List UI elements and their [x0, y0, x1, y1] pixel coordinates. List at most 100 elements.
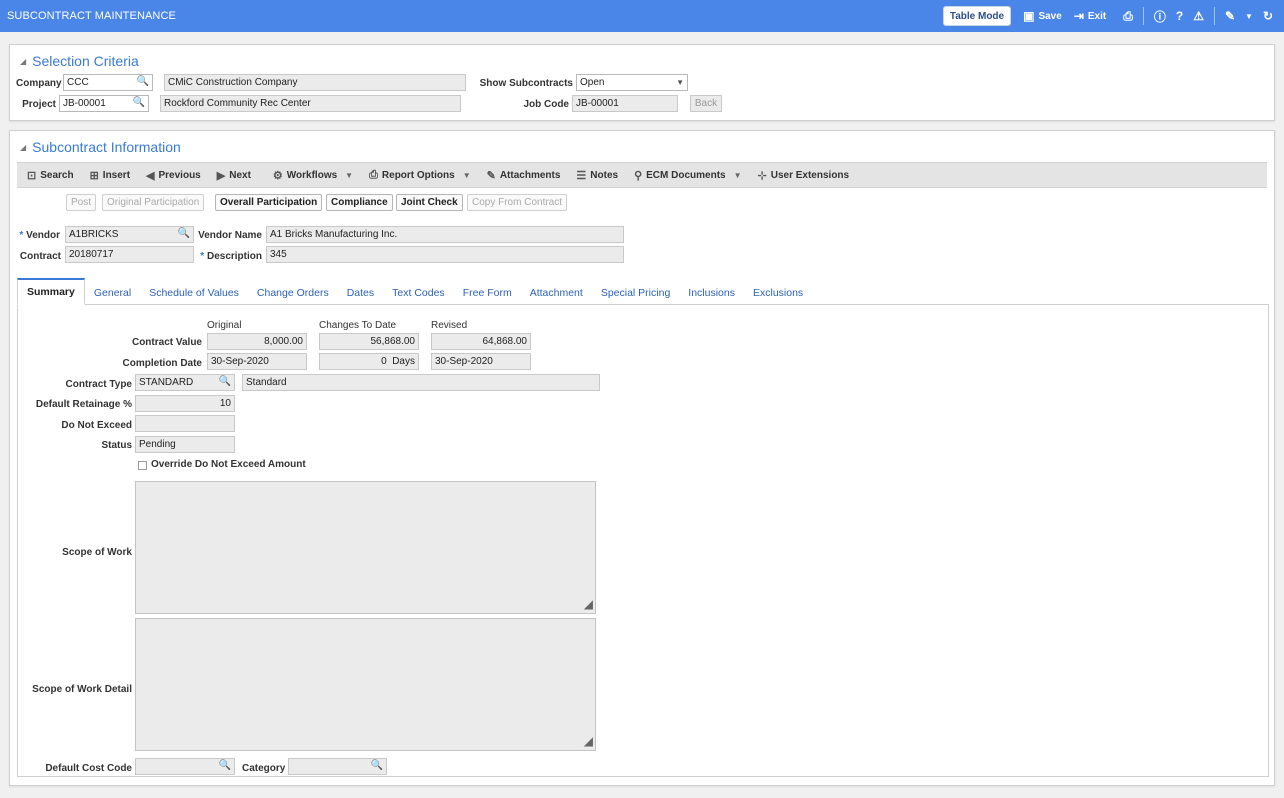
company-input[interactable]: CCC 🔍: [63, 74, 153, 91]
workflows-button[interactable]: ⚙ Workflows ▼: [273, 169, 353, 182]
show-subcontracts-label: Show Subcontracts: [479, 78, 573, 89]
paperclip-icon: ✎: [486, 169, 496, 182]
override-do-not-exceed-label: Override Do Not Exceed Amount: [151, 459, 306, 470]
tab-inclusions[interactable]: Inclusions: [679, 281, 744, 304]
contract-type-label: Contract Type: [65, 379, 133, 390]
header-divider: [1213, 7, 1215, 25]
contract-field: 20180717: [65, 246, 194, 263]
vendor-name-field: A1 Bricks Manufacturing Inc.: [266, 226, 624, 243]
edit-icon[interactable]: ✎: [1225, 9, 1235, 23]
tab-attachment[interactable]: Attachment: [521, 281, 592, 304]
arrow-right-icon: ▶: [216, 169, 226, 182]
job-code-field: JB-00001: [572, 95, 678, 112]
description-input[interactable]: 345: [266, 246, 624, 263]
vendor-label: * Vendor: [19, 230, 60, 241]
selection-criteria-title[interactable]: ◢ Selection Criteria: [20, 53, 139, 69]
chevron-down-icon: ▼: [676, 78, 684, 87]
search-icon[interactable]: 🔍: [133, 97, 145, 108]
contract-label: Contract: [19, 251, 61, 262]
tab-dates[interactable]: Dates: [338, 281, 383, 304]
warning-icon[interactable]: ⚠: [1193, 9, 1204, 23]
job-code-label: Job Code: [523, 99, 569, 110]
do-not-exceed-input[interactable]: [135, 415, 235, 432]
contract-value-changes: 56,868.00: [319, 333, 419, 350]
record-toolbar: ⊡ Search ⊞ Insert ◀ Previous ▶ Next ⚙ Workflo…: [17, 162, 1267, 188]
app-header: SUBCONTRACT MAINTENANCE Table Mode ▣ Save…: [0, 0, 1284, 32]
contract-type-input[interactable]: STANDARD 🔍: [135, 374, 235, 391]
category-input[interactable]: 🔍: [288, 758, 387, 775]
contract-value-original: 8,000.00: [207, 333, 307, 350]
chevron-down-icon: ▼: [345, 170, 354, 180]
resize-grip-icon[interactable]: ◢: [584, 597, 593, 611]
tab-special-pricing[interactable]: Special Pricing: [592, 281, 679, 304]
override-do-not-exceed-checkbox[interactable]: [138, 461, 147, 470]
default-cost-code-input[interactable]: 🔍: [135, 758, 235, 775]
arrow-left-icon: ◀: [146, 169, 155, 182]
joint-check-button[interactable]: Joint Check: [396, 194, 463, 211]
company-label: Company: [16, 78, 62, 89]
scope-of-work-textarea[interactable]: ◢: [135, 481, 596, 614]
exit-button[interactable]: ⇥ Exit: [1074, 9, 1106, 23]
tab-general[interactable]: General: [85, 281, 140, 304]
table-mode-button[interactable]: Table Mode: [942, 6, 1012, 26]
search-icon[interactable]: 🔍: [219, 376, 231, 387]
completion-date-revised: 30-Sep-2020: [431, 353, 531, 370]
subcontract-information-title[interactable]: ◢ Subcontract Information: [20, 139, 181, 155]
help-icon[interactable]: ?: [1176, 9, 1183, 23]
insert-button[interactable]: ⊞ Insert: [90, 169, 130, 182]
vendor-input[interactable]: A1BRICKS 🔍: [65, 226, 194, 243]
do-not-exceed-label: Do Not Exceed: [61, 420, 132, 431]
app-title: SUBCONTRACT MAINTENANCE: [7, 10, 176, 22]
completion-date-original: 30-Sep-2020: [207, 353, 307, 370]
contract-value-label: Contract Value: [131, 337, 202, 348]
search-icon[interactable]: 🔍: [371, 760, 383, 771]
search-icon[interactable]: 🔍: [219, 760, 231, 771]
default-retainage-label: Default Retainage %: [35, 399, 132, 410]
tab-text-codes[interactable]: Text Codes: [383, 281, 454, 304]
column-header-original: Original: [207, 320, 242, 331]
save-button[interactable]: ▣ Save: [1023, 9, 1062, 23]
previous-button[interactable]: ◀ Previous: [146, 169, 201, 182]
selection-criteria-panel: ◢ Selection Criteria Company CCC 🔍 CMiC C…: [9, 44, 1275, 121]
tab-change-orders[interactable]: Change Orders: [248, 281, 338, 304]
back-button[interactable]: Back: [690, 95, 722, 112]
attachments-button[interactable]: ✎ Attachments: [487, 169, 561, 182]
compliance-button[interactable]: Compliance: [326, 194, 393, 211]
column-header-revised: Revised: [431, 320, 468, 331]
default-retainage-input[interactable]: 10: [135, 395, 235, 412]
report-options-button[interactable]: ⎙ Report Options ▼: [369, 169, 471, 182]
search-button[interactable]: ⊡ Search: [27, 169, 74, 182]
project-label: Project: [22, 99, 56, 110]
post-button[interactable]: Post: [66, 194, 97, 211]
company-name-field: CMiC Construction Company: [164, 74, 466, 91]
info-icon[interactable]: ⓘ: [1154, 8, 1166, 25]
tab-exclusions[interactable]: Exclusions: [744, 281, 812, 304]
collapse-triangle-icon: ◢: [20, 142, 27, 152]
copy-from-contract-button[interactable]: Copy From Contract: [467, 194, 568, 211]
overall-participation-button[interactable]: Overall Participation: [215, 194, 323, 211]
tab-schedule-of-values[interactable]: Schedule of Values: [140, 281, 248, 304]
resize-grip-icon[interactable]: ◢: [584, 734, 593, 748]
notes-button[interactable]: ☰ Notes: [576, 169, 618, 182]
print-icon[interactable]: ⎙: [1123, 9, 1133, 24]
chevron-down-icon[interactable]: ▼: [1245, 12, 1253, 21]
search-icon[interactable]: 🔍: [178, 228, 190, 239]
category-label: Category: [242, 763, 286, 774]
project-input[interactable]: JB-00001 🔍: [59, 95, 149, 112]
next-button[interactable]: ▶ Next: [217, 169, 251, 182]
original-participation-button[interactable]: Original Participation: [102, 194, 205, 211]
collapse-triangle-icon: ◢: [20, 56, 27, 66]
show-subcontracts-select[interactable]: Open ▼: [576, 74, 688, 91]
search-icon[interactable]: 🔍: [137, 76, 149, 87]
project-name-field: Rockford Community Rec Center: [160, 95, 461, 112]
description-label: * Description: [200, 251, 262, 262]
tab-summary[interactable]: Summary: [17, 278, 85, 305]
scope-of-work-detail-textarea[interactable]: ◢: [135, 618, 596, 751]
header-divider: [1142, 7, 1144, 25]
contract-value-revised: 64,868.00: [431, 333, 531, 350]
notes-icon: ☰: [576, 169, 587, 182]
ecm-documents-button[interactable]: ⚲ ECM Documents ▼: [634, 169, 741, 182]
refresh-icon[interactable]: ↻: [1263, 9, 1273, 23]
user-extensions-button[interactable]: ⊹ User Extensions: [758, 169, 850, 182]
tab-free-form[interactable]: Free Form: [454, 281, 521, 304]
